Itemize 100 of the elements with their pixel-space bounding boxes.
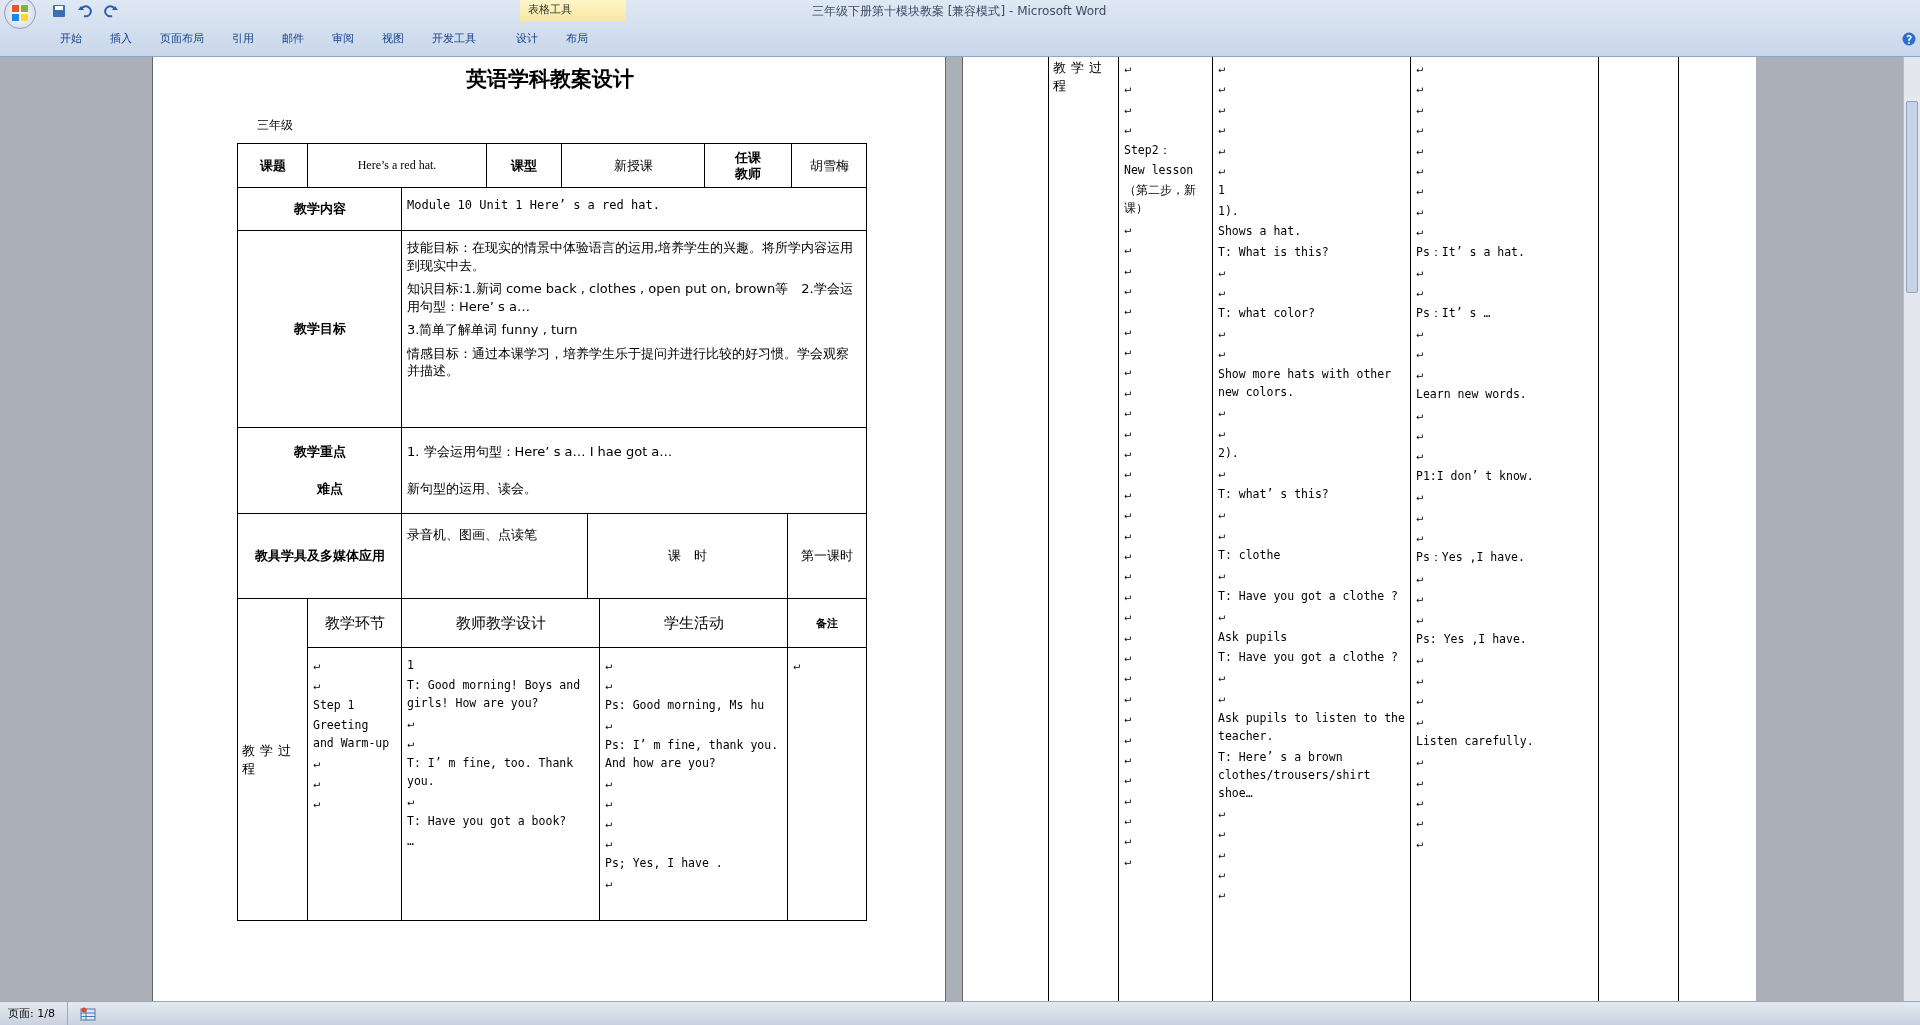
- cell-text: ↵: [1218, 404, 1226, 422]
- cell-text: ↵: [1416, 610, 1424, 628]
- ribbon-tab[interactable]: 布局: [552, 26, 602, 50]
- ribbon-tab[interactable]: 插入: [96, 26, 146, 50]
- cell-text: ↵: [1124, 404, 1132, 422]
- cell-text: ↵: [1416, 263, 1424, 281]
- cell-text: ↵: [605, 835, 613, 852]
- cell-text: ↵: [1416, 365, 1424, 383]
- ribbon-tab[interactable]: 审阅: [318, 26, 368, 50]
- cell-text: ↵: [1124, 812, 1132, 830]
- document-title: 英语学科教案设计: [465, 65, 635, 93]
- cell-text: ↵: [1124, 322, 1132, 340]
- cell-text: ↵: [1218, 424, 1226, 442]
- cell-text: ↵: [605, 795, 613, 812]
- difficulty-text: 新句型的运用、读会。: [407, 479, 537, 498]
- cell-text: ↵: [605, 677, 613, 694]
- window-title: 三年级下册第十模块教案 [兼容模式] - Microsoft Word: [812, 3, 1107, 20]
- ribbon-tab[interactable]: 开发工具: [418, 26, 490, 50]
- help-icon[interactable]: [1902, 32, 1916, 46]
- cell-text: ↵: [1124, 526, 1132, 544]
- cell-text: T: Have you got a clothe ?: [1218, 587, 1399, 605]
- cell-text: ↵: [1124, 628, 1132, 646]
- cell-text: ↵: [605, 717, 613, 734]
- cell-text: ↵: [1124, 485, 1132, 503]
- cell-text: ↵: [1416, 345, 1424, 363]
- redo-icon[interactable]: [104, 4, 118, 18]
- cell-text: ↵: [1416, 60, 1424, 77]
- contextual-tab-group: 表格工具: [520, 0, 626, 22]
- cell-text: Ps：Yes ,I have.: [1416, 549, 1526, 567]
- office-logo-icon: [9, 2, 31, 24]
- cell-text: ↵: [1416, 508, 1424, 526]
- cell-text: T: what color?: [1218, 304, 1316, 322]
- cell-text: ↵: [1124, 363, 1132, 381]
- cell-text: Ps; Yes, I have .: [605, 855, 724, 872]
- office-button[interactable]: [4, 0, 36, 29]
- cell-text: ↵: [1218, 608, 1226, 626]
- cell-text: T: what’ s this?: [1218, 485, 1330, 503]
- cell-text: Learn new words.: [1416, 386, 1528, 404]
- table-cell: Here’s a red hat.: [308, 144, 487, 187]
- cell-text: ↵: [1124, 852, 1132, 870]
- ribbon-tab[interactable]: 页面布局: [146, 26, 218, 50]
- cell-text: ↵: [313, 795, 321, 812]
- cell-text: T: Good morning! Boys and girls! How are you?: [407, 677, 582, 712]
- cell-text: ↵: [1416, 651, 1424, 669]
- cell-text: ↵: [605, 657, 613, 674]
- cell-text: ↵: [1124, 587, 1132, 605]
- cell-text: ↵: [1124, 281, 1132, 299]
- table-cell: 教具学具及多媒体应用: [238, 514, 402, 598]
- cell-text: ↵: [1124, 80, 1132, 98]
- cell-text: ↵: [1124, 241, 1132, 259]
- cell-text: Ps: Yes ,I have.: [1416, 630, 1528, 648]
- cell-text: ↵: [1218, 161, 1226, 179]
- grade-text: 三年级: [257, 117, 294, 134]
- cell-text: ↵: [313, 657, 321, 674]
- cell-text: ↵: [1416, 712, 1424, 730]
- cell-text: Ps: I’ m fine, thank you. And how are you?: [605, 737, 780, 772]
- cell-text: ↵: [1416, 692, 1424, 710]
- table-icon[interactable]: [79, 1006, 96, 1021]
- table-cell: 难点: [316, 479, 343, 498]
- cell-text: ↵: [1124, 60, 1132, 77]
- table-cell-text: 教学过程: [242, 741, 297, 778]
- cell-text: ↵: [1416, 325, 1424, 343]
- ribbon-tab[interactable]: 设计: [502, 26, 552, 50]
- cell-text: ↵: [793, 657, 801, 674]
- page-indicator[interactable]: 页面: 1/8: [0, 1002, 68, 1025]
- cell-text: ↵: [605, 875, 613, 892]
- undo-icon[interactable]: [78, 4, 92, 18]
- cell-text: Ps：It’ s a hat.: [1416, 243, 1526, 261]
- cell-text: ↵: [1218, 567, 1226, 585]
- cell-text: ↵: [407, 793, 415, 810]
- goal-text: 情感目标：通过本课学习，培养学生乐于提问并进行比较的好习惯。学会观察并描述。: [407, 344, 850, 380]
- table-cell: 教学内容: [238, 188, 402, 230]
- ribbon-tab[interactable]: 邮件: [268, 26, 318, 50]
- goal-text: 知识目标:1.新词 come back , clothes , open put on, brown等 2.学会运用句型：Here’ s a…: [407, 280, 854, 316]
- scrollbar[interactable]: [1903, 57, 1920, 1001]
- save-icon[interactable]: [52, 4, 66, 18]
- table-cell: 课 时: [588, 514, 788, 598]
- cell-text: T: What is this?: [1218, 243, 1330, 261]
- cell-text: ↵: [1218, 465, 1226, 483]
- cell-text: ↵: [1416, 753, 1424, 771]
- cell-text: ↵: [1218, 100, 1226, 118]
- ribbon-tab[interactable]: 开始: [46, 26, 96, 50]
- table-cell: 课题: [238, 144, 308, 187]
- cell-text: ↵: [1218, 263, 1226, 281]
- cell-text: ↵: [1416, 80, 1424, 98]
- cell-text: T: Here’ s a brown clothes/trousers/shirt shoe…: [1218, 748, 1372, 802]
- cell-text: ↵: [1124, 383, 1132, 401]
- goal-text: 3.简单了解单词 funny , turn: [407, 321, 579, 339]
- cell-text: Show more hats with other new colors.: [1218, 365, 1393, 401]
- cell-text: ↵: [1416, 223, 1424, 241]
- cell-text: ↵: [1218, 845, 1226, 863]
- ribbon-tab[interactable]: 引用: [218, 26, 268, 50]
- ribbon-tab[interactable]: 视图: [368, 26, 418, 50]
- cell-text: ↵: [1218, 284, 1226, 302]
- cell-text: 1).: [1218, 202, 1240, 220]
- key-point-text: 1. 学会运用句型：Here’ s a… I hae got a…: [407, 443, 673, 462]
- column-header: 学生活动: [600, 599, 788, 648]
- cell-text: ↵: [1124, 710, 1132, 728]
- table-cell-text: 胡雪梅: [808, 156, 850, 175]
- cell-text: ↵: [1218, 345, 1226, 363]
